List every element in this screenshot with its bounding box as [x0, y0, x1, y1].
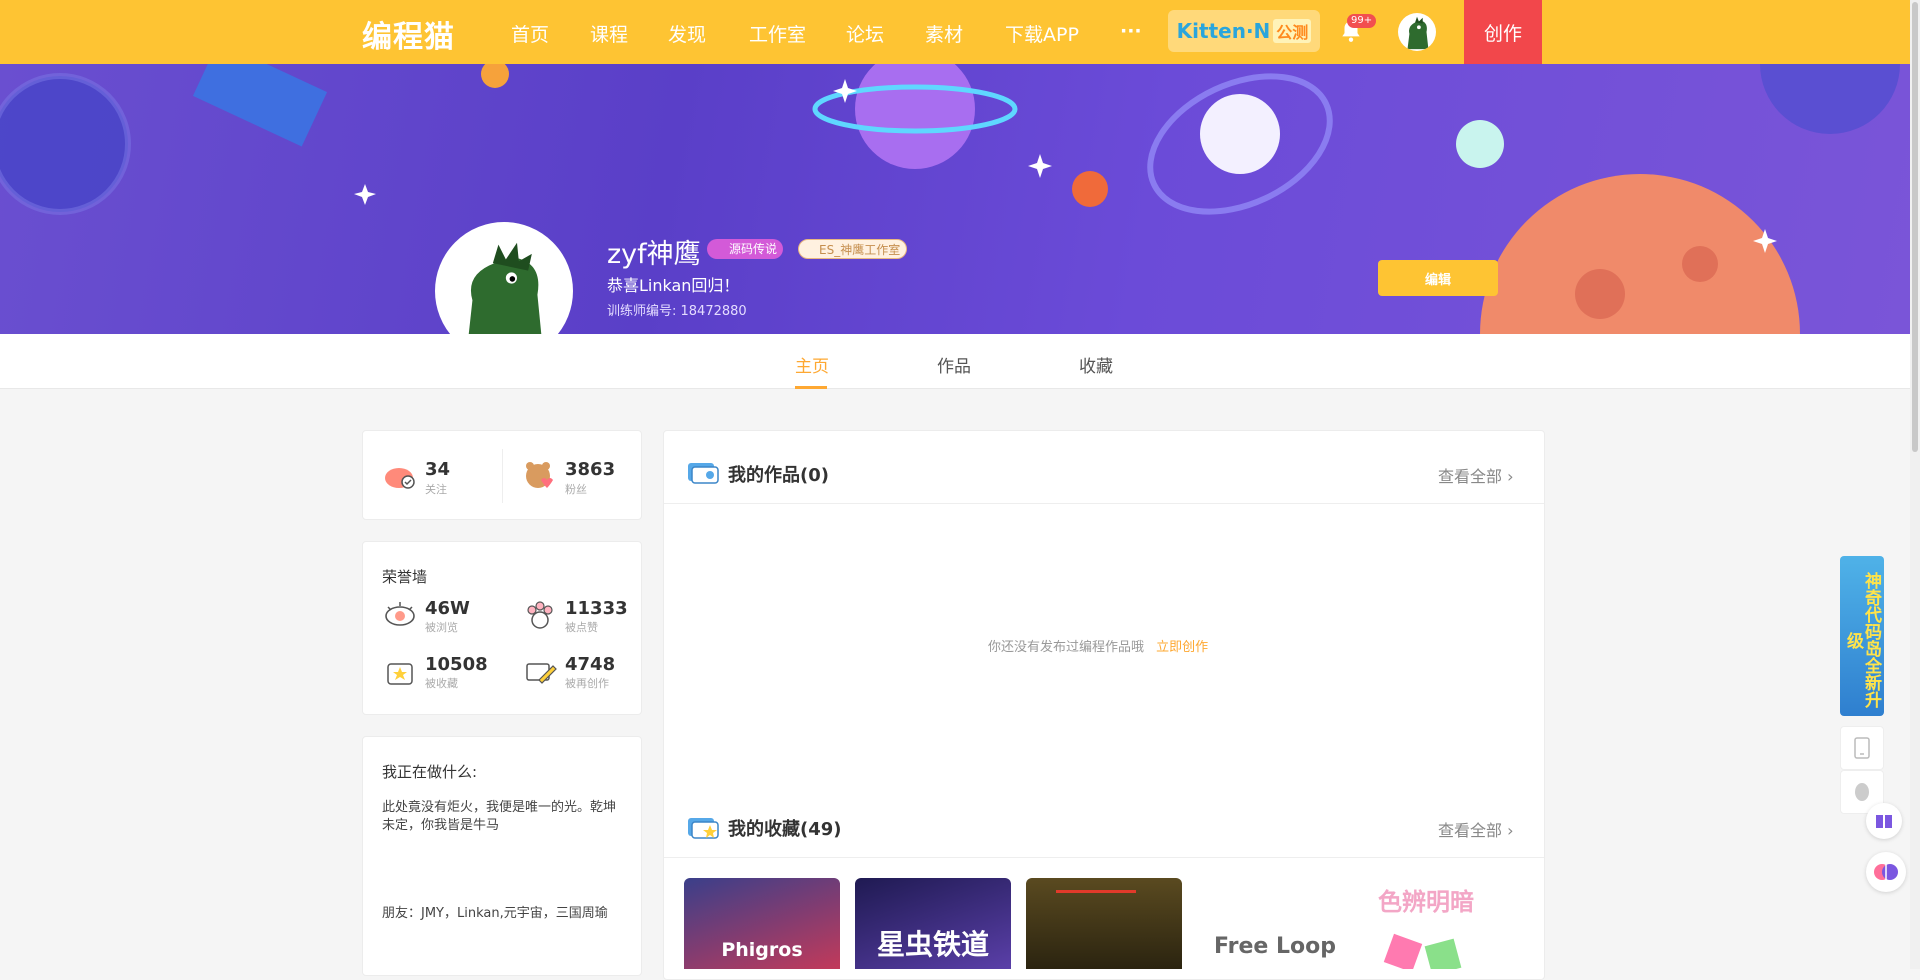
nav-home[interactable]: 首页	[511, 20, 549, 47]
phone-icon	[1854, 737, 1870, 759]
scrollbar-thumb[interactable]	[1912, 2, 1918, 452]
chevron-right-icon: ›	[1507, 821, 1514, 840]
dinosaur-avatar-icon	[1407, 16, 1429, 50]
nav-forum[interactable]: 论坛	[846, 20, 884, 47]
avatar[interactable]	[1398, 13, 1436, 51]
divider	[502, 449, 503, 503]
works-folder-icon	[688, 463, 719, 484]
empty-works-text: 你还没有发布过编程作品哦	[988, 640, 1145, 655]
brain-icon	[1874, 864, 1898, 880]
collection-item-title: 星虫铁道	[876, 928, 989, 961]
pink-block	[1383, 933, 1423, 969]
collection-item[interactable]: Free Loop	[1197, 878, 1353, 969]
nav-materials[interactable]: 素材	[925, 20, 963, 47]
notification-badge: 99+	[1347, 14, 1377, 28]
following-label: 关注	[425, 483, 447, 496]
tab-collections[interactable]: 收藏	[1079, 352, 1113, 377]
active-tab-indicator	[795, 386, 827, 389]
create-button[interactable]: 创作	[1464, 0, 1542, 64]
collections-see-all-link[interactable]: 查看全部 ›	[1438, 817, 1514, 841]
kitten-beta-badge: 公测	[1273, 19, 1312, 43]
remix-count: 4748	[565, 654, 616, 675]
collection-folder-icon	[688, 818, 719, 839]
likes-label: 被点赞	[565, 621, 598, 634]
kitten-label: Kitten·N	[1176, 19, 1271, 43]
collection-item-title: 色辨明暗	[1378, 888, 1474, 916]
divider	[664, 503, 1544, 504]
fans-bear-icon	[526, 462, 553, 488]
tab-home[interactable]: 主页	[795, 352, 829, 377]
top-navbar: 编程猫 首页 课程 发现 工作室 论坛 素材 下载APP ··· Kitten·…	[0, 0, 1910, 64]
site-logo[interactable]: 编程猫	[362, 12, 455, 56]
book-icon	[1876, 815, 1892, 828]
space-illustration	[0, 64, 1900, 334]
honor-wall-card: 荣誉墙 46W 被浏览 11333 被点赞 10508 被收藏 4748 被再创…	[362, 541, 642, 715]
follow-card: 34 关注 3863 粉丝	[362, 430, 642, 520]
health-bar	[1056, 890, 1136, 893]
views-label: 被浏览	[425, 621, 458, 634]
paw-icon	[527, 601, 553, 629]
my-works-title: 我的作品(0)	[728, 465, 829, 486]
follow-cat-icon	[385, 468, 415, 489]
nav-download-app[interactable]: 下载APP	[1005, 20, 1079, 47]
collection-item[interactable]: Phigros	[684, 878, 840, 969]
chevron-right-icon: ›	[1507, 467, 1514, 486]
collected-count: 10508	[425, 654, 488, 675]
green-block	[1424, 938, 1462, 969]
profile-tabs: 主页 作品 收藏	[0, 334, 1910, 389]
works-see-all-link[interactable]: 查看全部 ›	[1438, 463, 1514, 487]
doing-text: 此处竟没有炬火，我便是唯一的光。乾坤未定，你我皆是牛马	[382, 800, 617, 833]
remix-label: 被再创作	[565, 677, 609, 690]
penguin-icon	[1855, 783, 1869, 801]
trainer-id: 训练师编号: 18472880	[607, 304, 747, 319]
collections-see-all-label: 查看全部	[1438, 821, 1503, 840]
doing-title: 我正在做什么:	[382, 763, 478, 781]
code-island-ad[interactable]: 神奇代码岛全新升级	[1840, 556, 1884, 716]
doing-card: 我正在做什么: 此处竟没有炬火，我便是唯一的光。乾坤未定，你我皆是牛马 朋友：J…	[362, 736, 642, 976]
collection-item[interactable]: 色辨明暗	[1368, 878, 1524, 969]
ai-button[interactable]	[1866, 852, 1906, 892]
guide-button[interactable]	[1866, 803, 1902, 839]
fans-label: 粉丝	[565, 483, 587, 496]
nav-studio[interactable]: 工作室	[749, 20, 806, 47]
collection-item-title: Phigros	[721, 939, 803, 961]
nav-discover[interactable]: 发现	[668, 20, 706, 47]
level-badge[interactable]: 源码传说	[707, 239, 784, 259]
collection-item[interactable]	[1026, 878, 1182, 969]
collection-item[interactable]: 星虫铁道	[855, 878, 1011, 969]
my-collections-title: 我的收藏(49)	[728, 819, 842, 840]
friends-text: 朋友：JMY，Linkan,元宇宙，三国周瑜	[382, 906, 608, 921]
mobile-button[interactable]	[1840, 726, 1884, 770]
kitten-n-button[interactable]: Kitten·N 公测	[1168, 10, 1320, 52]
following-count[interactable]: 34	[425, 459, 450, 480]
divider	[664, 857, 1544, 858]
edit-profile-button[interactable]: 编辑	[1378, 260, 1498, 296]
honor-wall-title: 荣誉墙	[382, 568, 428, 586]
user-motto: 恭喜Linkan回归！	[607, 276, 740, 295]
tab-works[interactable]: 作品	[937, 352, 971, 377]
create-now-link[interactable]: 立即创作	[1156, 640, 1208, 655]
collection-item-title: Free Loop	[1214, 934, 1336, 959]
pencil-icon	[526, 663, 557, 684]
likes-count: 11333	[565, 598, 628, 619]
profile-banner	[0, 64, 1910, 334]
eye-icon	[385, 602, 415, 626]
star-box-icon	[387, 663, 413, 685]
works-see-all-label: 查看全部	[1438, 467, 1503, 486]
empty-works-message: 你还没有发布过编程作品哦 立即创作	[988, 636, 1208, 655]
fans-count[interactable]: 3863	[565, 459, 615, 480]
user-name: zyf神鹰	[607, 239, 701, 270]
studio-badge[interactable]: ES_神鹰工作室	[798, 239, 908, 259]
nav-courses[interactable]: 课程	[590, 20, 628, 47]
collected-label: 被收藏	[425, 677, 458, 690]
nav-more-button[interactable]: ···	[1120, 20, 1142, 42]
views-count: 46W	[425, 598, 470, 619]
